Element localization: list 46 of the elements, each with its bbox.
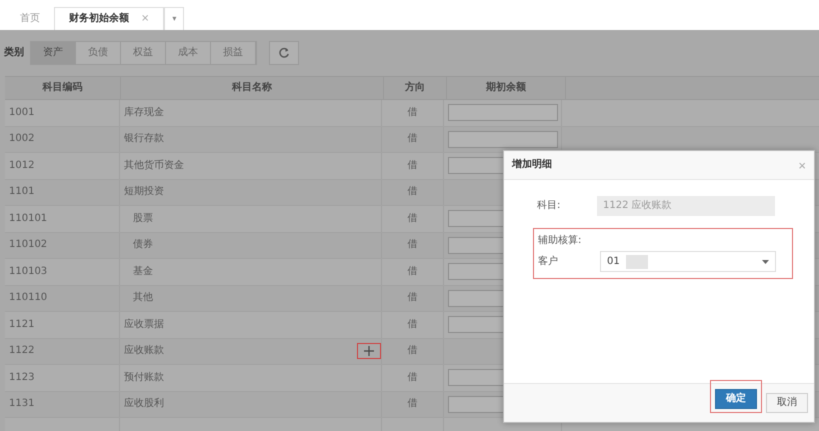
field-label: 科目: <box>537 200 562 212</box>
table-cell: 1131 <box>9 398 34 410</box>
dialog-title: 增加明细 <box>512 159 552 171</box>
table-cell-text: 债券 <box>132 239 153 252</box>
table-cell: 1002 <box>9 133 34 146</box>
table-cell: 借 <box>408 318 418 331</box>
table-cell: 预付账款 <box>124 372 164 384</box>
table-cell: 借 <box>408 372 418 384</box>
column-header: 科目编码 <box>5 77 121 99</box>
table-cell: 110102 <box>9 239 48 252</box>
table-cell: 库存现金 <box>124 106 164 119</box>
table-cell: 借 <box>408 186 418 198</box>
table-cell: 借 <box>408 345 418 358</box>
table-cell: 1101 <box>9 186 34 198</box>
table-cell: 短期投资 <box>124 186 164 198</box>
table-cell: 借 <box>408 133 418 146</box>
column-header: 方向 <box>384 77 447 99</box>
table-cell-text: 股票 <box>132 212 153 225</box>
table-cell: 借 <box>408 292 418 304</box>
column-header: 科目名称 <box>121 77 384 99</box>
table-cell: 借 <box>408 106 418 119</box>
table-cell: 借 <box>408 160 418 172</box>
table-cell: 应收股利 <box>124 398 164 410</box>
table-cell: 1001 <box>9 106 34 119</box>
table-cell: 1122 <box>9 345 34 358</box>
category-label: 类别 <box>4 47 24 59</box>
table-cell-text: 其他 <box>132 292 153 304</box>
table-cell: 借 <box>408 239 418 252</box>
table-cell: 其他货币资金 <box>124 160 184 172</box>
table-cell: 1012 <box>9 160 34 172</box>
table-cell: 银行存款 <box>124 133 164 146</box>
section-label: 辅助核算: <box>538 235 582 247</box>
table-cell: 借 <box>408 266 418 278</box>
table-cell: 110103 <box>9 266 48 278</box>
table-cell: 1123 <box>9 372 34 384</box>
field-label: 客户 <box>538 256 559 268</box>
table-cell-text: 基金 <box>132 266 153 278</box>
table-cell: 应收账款 <box>124 345 164 358</box>
subject-field: 1122 应收账款 <box>597 196 775 216</box>
table-cell: 1121 <box>9 318 34 331</box>
column-header: 期初余额 <box>447 77 566 99</box>
table-cell: 110101 <box>9 212 48 225</box>
table-cell: 110110 <box>9 292 48 304</box>
table-cell: 借 <box>408 212 418 225</box>
table-cell: 应收票据 <box>124 318 164 331</box>
table-cell: 借 <box>408 398 418 410</box>
